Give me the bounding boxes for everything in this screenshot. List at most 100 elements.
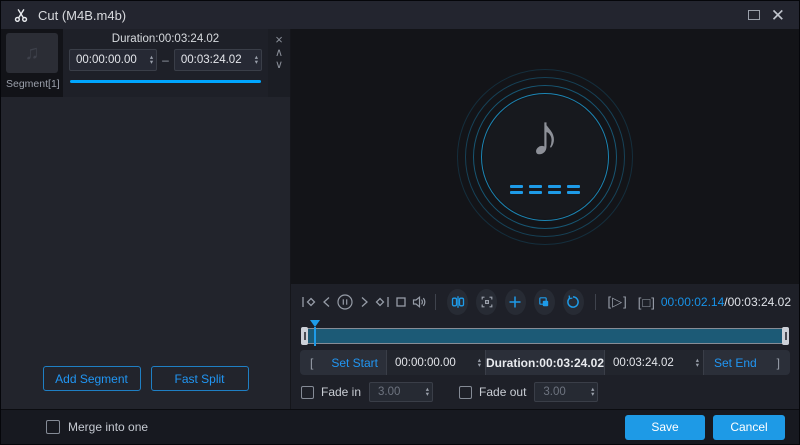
total-time: /00:03:24.02 bbox=[724, 295, 791, 309]
divider bbox=[435, 294, 436, 310]
start-time-input[interactable] bbox=[395, 357, 478, 369]
segment-thumb-column: ♫ Segment[1] bbox=[1, 29, 63, 97]
merge-checkbox[interactable] bbox=[46, 420, 60, 434]
current-time: 00:00:02.14 bbox=[661, 295, 724, 309]
segment-range-bar bbox=[70, 80, 261, 83]
save-button[interactable]: Save bbox=[625, 415, 705, 440]
divider bbox=[595, 294, 596, 310]
eq-dash bbox=[548, 185, 561, 194]
range-dash: – bbox=[162, 53, 169, 67]
fade-row: Fade in ▴ ▾ Fade out ▴ bbox=[299, 380, 791, 404]
equalizer-dashes bbox=[510, 185, 580, 194]
segment-actions: × ∧ ∨ bbox=[268, 29, 290, 97]
segment-start-input[interactable] bbox=[76, 54, 150, 66]
fade-in-spinner[interactable]: ▴ ▾ bbox=[426, 387, 429, 397]
volume-icon[interactable] bbox=[410, 290, 428, 314]
segment-list-panel: ♫ Segment[1] Duration:00:03:24.02 ▴ ▾ bbox=[1, 29, 291, 409]
spin-down-icon[interactable]: ▾ bbox=[150, 60, 153, 65]
segment-list-empty-area bbox=[1, 97, 290, 366]
audio-visualization: ♪ bbox=[453, 65, 637, 249]
eq-dash bbox=[510, 185, 523, 194]
cut-dialog: Cut (M4B.m4b) ✕ ♫ Segment[1] Duration:00… bbox=[0, 0, 800, 445]
set-range-bar: [ Set Start ▴ ▾ Duration:00:03:24.02 ▴ bbox=[300, 350, 790, 375]
end-time-input[interactable] bbox=[613, 357, 696, 369]
cancel-button[interactable]: Cancel bbox=[713, 415, 785, 440]
music-note-icon: ♫ bbox=[25, 42, 40, 65]
stop-icon[interactable] bbox=[391, 290, 409, 314]
segment-end-field[interactable]: ▴ ▾ bbox=[174, 49, 262, 71]
stop-segment-button[interactable]: [□] bbox=[638, 295, 656, 310]
start-time-field[interactable]: ▴ ▾ bbox=[386, 350, 486, 375]
title-bar: Cut (M4B.m4b) ✕ bbox=[1, 1, 799, 29]
transport-row: [▷] [□] 00:00:02.14/00:03:24.02 bbox=[299, 284, 791, 320]
playhead-triangle bbox=[310, 320, 320, 327]
fade-out-input[interactable] bbox=[543, 386, 591, 398]
segment-editor: Duration:00:03:24.02 ▴ ▾ – bbox=[63, 29, 268, 97]
jump-start-icon[interactable] bbox=[299, 290, 317, 314]
segment-end-input[interactable] bbox=[181, 54, 255, 66]
maximize-button[interactable] bbox=[748, 10, 760, 20]
fade-in-label: Fade in bbox=[321, 385, 361, 399]
fast-split-button[interactable]: Fast Split bbox=[151, 366, 249, 391]
playhead[interactable] bbox=[315, 320, 325, 346]
fade-out-spinner[interactable]: ▴ ▾ bbox=[591, 387, 594, 397]
spin-down-icon[interactable]: ▾ bbox=[478, 363, 481, 368]
reset-button[interactable] bbox=[563, 289, 584, 315]
music-note-icon: ♪ bbox=[531, 107, 560, 165]
move-up-icon[interactable]: ∧ bbox=[275, 48, 283, 58]
trim-handle-right[interactable] bbox=[782, 327, 789, 345]
segment-thumbnail[interactable]: ♫ bbox=[6, 33, 58, 73]
left-bracket: [ bbox=[300, 356, 323, 370]
fade-out-checkbox[interactable] bbox=[459, 386, 472, 399]
footer-bar: Merge into one Save Cancel bbox=[1, 409, 799, 444]
play-segment-button[interactable]: [▷] bbox=[608, 294, 628, 310]
fade-in-input[interactable] bbox=[378, 386, 426, 398]
timeline bbox=[300, 320, 790, 349]
jump-end-icon[interactable] bbox=[373, 290, 391, 314]
timeline-track[interactable] bbox=[301, 328, 789, 344]
playhead-line bbox=[314, 327, 316, 346]
right-bracket: ] bbox=[767, 356, 790, 370]
add-segment-button[interactable]: Add Segment bbox=[43, 366, 141, 391]
close-button[interactable]: ✕ bbox=[769, 7, 787, 24]
add-button[interactable] bbox=[505, 289, 526, 315]
audio-preview: ♪ bbox=[291, 29, 799, 284]
set-end-button[interactable]: Set End bbox=[704, 356, 767, 370]
prev-frame-icon[interactable] bbox=[317, 290, 335, 314]
time-display: 00:00:02.14/00:03:24.02 bbox=[661, 295, 791, 309]
spin-down-icon[interactable]: ▾ bbox=[426, 392, 429, 397]
segment-start-spinner[interactable]: ▴ ▾ bbox=[150, 55, 153, 65]
trim-handle-left[interactable] bbox=[301, 327, 308, 345]
next-frame-icon[interactable] bbox=[354, 290, 372, 314]
copy-button[interactable] bbox=[534, 289, 555, 315]
spin-down-icon[interactable]: ▾ bbox=[696, 363, 699, 368]
scissors-icon bbox=[13, 7, 29, 23]
fade-out-field[interactable]: ▴ ▾ bbox=[534, 382, 598, 402]
end-time-spinner[interactable]: ▴ ▾ bbox=[696, 358, 699, 368]
split-button[interactable] bbox=[447, 289, 468, 315]
segment-end-spinner[interactable]: ▴ ▾ bbox=[255, 55, 258, 65]
delete-segment-icon[interactable]: × bbox=[275, 34, 283, 46]
pause-icon[interactable] bbox=[336, 290, 354, 314]
spin-down-icon[interactable]: ▾ bbox=[255, 60, 258, 65]
eq-dash bbox=[567, 185, 580, 194]
main-area: ♫ Segment[1] Duration:00:03:24.02 ▴ ▾ bbox=[1, 29, 799, 409]
window-title: Cut (M4B.m4b) bbox=[38, 8, 126, 23]
merge-label: Merge into one bbox=[68, 420, 148, 434]
fade-in-field[interactable]: ▴ ▾ bbox=[369, 382, 433, 402]
end-time-field[interactable]: ▴ ▾ bbox=[604, 350, 704, 375]
range-duration-label: Duration:00:03:24.02 bbox=[486, 356, 604, 370]
segment-row: ♫ Segment[1] Duration:00:03:24.02 ▴ ▾ bbox=[1, 29, 290, 97]
start-time-spinner[interactable]: ▴ ▾ bbox=[478, 358, 481, 368]
segment-start-field[interactable]: ▴ ▾ bbox=[69, 49, 157, 71]
preview-panel: ♪ bbox=[291, 29, 799, 409]
fade-in-checkbox[interactable] bbox=[301, 386, 314, 399]
set-start-button[interactable]: Set Start bbox=[323, 356, 386, 370]
move-down-icon[interactable]: ∨ bbox=[275, 60, 283, 70]
crop-button[interactable] bbox=[476, 289, 497, 315]
eq-dash bbox=[529, 185, 542, 194]
segment-label: Segment[1] bbox=[6, 78, 59, 90]
segment-duration-label: Duration:00:03:24.02 bbox=[69, 33, 262, 45]
spin-down-icon[interactable]: ▾ bbox=[591, 392, 594, 397]
fade-out-label: Fade out bbox=[479, 385, 526, 399]
